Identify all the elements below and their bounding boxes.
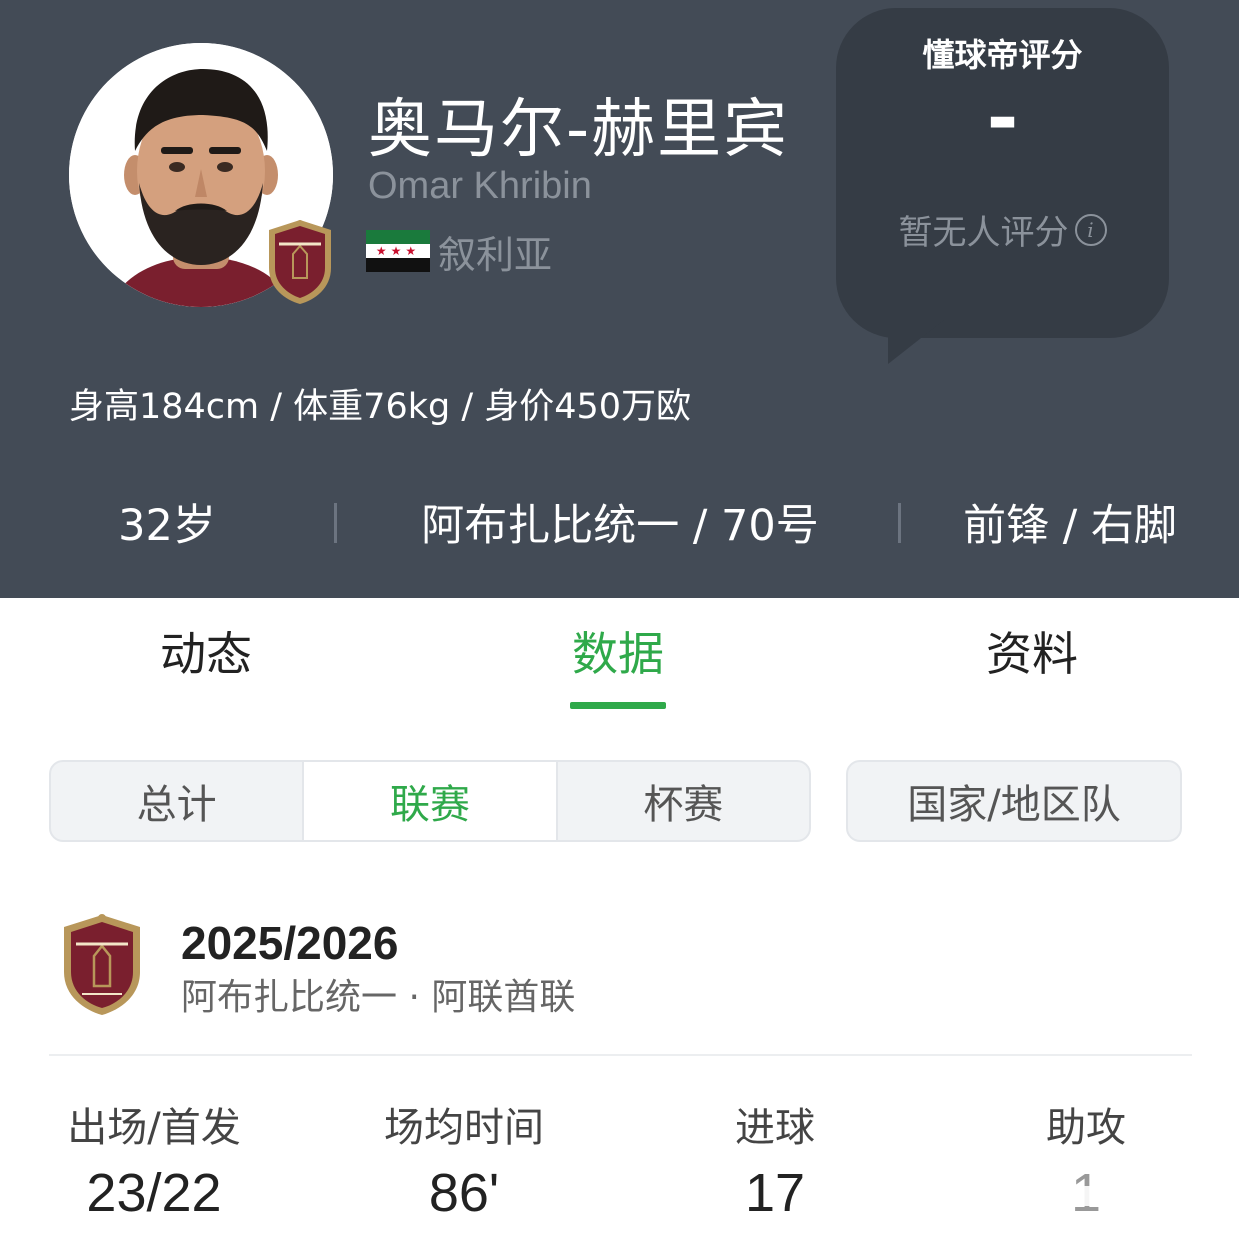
stat-label: 助攻	[1046, 1105, 1126, 1151]
main-tabs: 动态 数据 资料	[0, 598, 1239, 718]
rating-title: 懂球帝评分	[922, 36, 1083, 74]
flag-stars: ★★★	[366, 244, 430, 258]
season-league: 阿布扎比统一 · 阿联酋联	[181, 977, 576, 1018]
segment-total[interactable]: 总计	[51, 762, 302, 840]
body-info: 身高184cm / 体重76kg / 身价450万欧	[69, 387, 692, 427]
active-tab-indicator	[570, 702, 666, 709]
stat-label: 进球	[735, 1105, 815, 1151]
season-year: 2025/2026	[181, 917, 399, 969]
tab-data[interactable]: 数据	[508, 622, 728, 686]
al-wahda-badge-icon	[64, 914, 140, 1015]
competition-segmented-control: 总计 联赛 杯赛	[49, 760, 811, 842]
player-club-number[interactable]: 阿布扎比统一 / 70号	[380, 495, 860, 557]
player-header: 奥马尔-赫里宾 Omar Khribin ★★★ 叙利亚 懂球帝评分 - 暂无人…	[0, 0, 1239, 598]
meta-separator	[898, 503, 901, 543]
stat-appearances: 出场/首发 23/22	[4, 1100, 304, 1228]
watermark-icon	[1050, 1176, 1210, 1206]
nationality-row[interactable]: ★★★ 叙利亚	[366, 226, 553, 277]
stat-value: 86'	[428, 1163, 500, 1223]
rating-value: -	[986, 73, 1019, 162]
stat-minutes: 场均时间 86'	[314, 1100, 614, 1228]
segment-cup[interactable]: 杯赛	[555, 762, 809, 840]
player-meta-row: 32岁 阿布扎比统一 / 70号 前锋 / 右脚	[0, 495, 1239, 557]
segment-national-team[interactable]: 国家/地区队	[846, 760, 1182, 842]
section-divider	[49, 1054, 1192, 1056]
tab-dynamic[interactable]: 动态	[96, 622, 316, 686]
info-icon[interactable]: i	[1074, 213, 1107, 246]
stat-label: 场均时间	[384, 1105, 544, 1151]
player-name-en: Omar Khribin	[368, 165, 592, 207]
player-name-cn: 奥马尔-赫里宾	[368, 93, 790, 167]
meta-separator	[334, 503, 337, 543]
stat-goals: 进球 17	[625, 1100, 925, 1228]
stat-value: 17	[744, 1163, 806, 1223]
rating-bubble-tail	[888, 320, 944, 364]
player-position-foot: 前锋 / 右脚	[963, 501, 1177, 551]
syria-flag-icon: ★★★	[366, 230, 430, 272]
player-age: 32岁	[118, 501, 216, 551]
stat-label: 出场/首发	[67, 1105, 241, 1151]
stat-value: 23/22	[86, 1163, 222, 1223]
al-wahda-badge-icon	[269, 220, 331, 304]
rating-note: 暂无人评分 i	[836, 205, 1169, 254]
segment-league[interactable]: 联赛	[302, 762, 556, 840]
nationality-label: 叙利亚	[438, 232, 553, 277]
tab-profile[interactable]: 资料	[922, 622, 1142, 686]
rating-note-text: 暂无人评分	[898, 213, 1069, 253]
